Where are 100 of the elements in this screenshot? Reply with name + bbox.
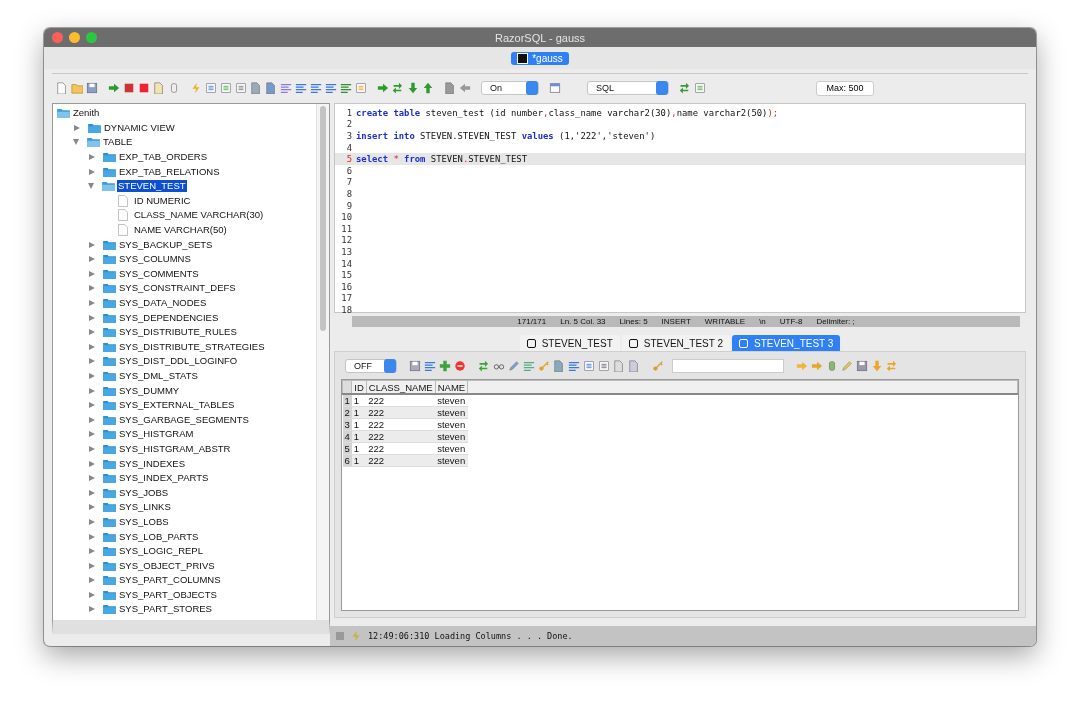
open-folder-icon[interactable] — [71, 82, 83, 94]
result-tab[interactable]: STEVEN_TEST — [519, 335, 620, 351]
arrow-down-icon[interactable] — [407, 82, 419, 94]
tree-item[interactable]: Zenith — [72, 107, 101, 120]
scrollbar[interactable] — [316, 104, 329, 620]
tree-item[interactable]: SYS_PART_STORES — [118, 603, 213, 616]
tree-item[interactable]: SYS_EXTERNAL_TABLES — [118, 399, 236, 412]
tree-item[interactable]: SYS_LOB_PARTS — [118, 530, 200, 543]
document-icon[interactable] — [265, 82, 277, 94]
tree-item[interactable]: SYS_GARBAGE_SEGMENTS — [118, 413, 250, 426]
collapsed-arrow-icon[interactable] — [89, 489, 95, 496]
key-icon[interactable] — [652, 360, 664, 372]
tree-item[interactable]: SYS_HISTGRAM — [118, 428, 195, 441]
collapsed-arrow-icon[interactable] — [89, 445, 95, 452]
tree-item[interactable]: SYS_LOGIC_REPL — [118, 545, 204, 558]
tree-item[interactable]: SYS_DEPENDENCIES — [118, 311, 220, 324]
collapsed-arrow-icon[interactable] — [89, 300, 95, 306]
tree-item[interactable]: SYS_INDEX_PARTS — [118, 472, 210, 485]
close-connection-icon[interactable] — [138, 82, 150, 94]
list-icon[interactable] — [280, 82, 292, 94]
autocommit-select[interactable]: OFF — [345, 359, 397, 373]
tree-item[interactable]: EXP_TAB_RELATIONS — [118, 165, 221, 178]
column-header[interactable]: NAME — [435, 380, 468, 394]
arrow-left-icon[interactable] — [459, 82, 471, 94]
collapsed-arrow-icon[interactable] — [89, 504, 95, 511]
tree-item[interactable]: SYS_OBJECT_PRIVS — [118, 559, 216, 572]
tree-item[interactable]: SYS_PART_OBJECTS — [118, 588, 218, 601]
tree-item[interactable]: SYS_PART_COLUMNS — [118, 574, 222, 587]
list-icon[interactable] — [220, 82, 232, 94]
tree-item[interactable]: SYS_DIST_DDL_LOGINFO — [118, 355, 239, 368]
document-icon[interactable] — [553, 360, 565, 372]
collapsed-arrow-icon[interactable] — [89, 373, 95, 379]
collapsed-arrow-icon[interactable] — [89, 475, 95, 482]
list-icon[interactable] — [568, 360, 580, 372]
tree-item[interactable]: TABLE — [102, 136, 134, 149]
tree-item[interactable]: SYS_COLUMNS — [118, 253, 192, 266]
list-icon[interactable] — [694, 82, 706, 94]
tree-item[interactable]: SYS_DISTRIBUTE_STRATEGIES — [118, 340, 266, 353]
tree-item[interactable]: CLASS_NAME VARCHAR(30) — [133, 209, 265, 222]
disconnect-icon[interactable] — [123, 82, 135, 94]
tree-item[interactable]: STEVEN_TEST — [117, 180, 187, 193]
calendar-icon[interactable] — [549, 82, 561, 94]
max-rows-button[interactable]: Max: 500 — [816, 80, 874, 96]
document-icon[interactable] — [250, 82, 262, 94]
collapsed-arrow-icon[interactable] — [89, 256, 95, 263]
add-icon[interactable] — [439, 360, 451, 372]
list-icon[interactable] — [523, 360, 535, 372]
tree-item[interactable]: SYS_LINKS — [118, 501, 172, 514]
collapsed-arrow-icon[interactable] — [89, 577, 95, 584]
tree-item[interactable]: SYS_LOBS — [118, 515, 170, 528]
language-select[interactable]: SQL — [587, 81, 669, 95]
list-icon[interactable] — [340, 82, 352, 94]
collapsed-arrow-icon[interactable] — [89, 358, 95, 365]
collapsed-arrow-icon[interactable] — [89, 548, 95, 555]
collapsed-arrow-icon[interactable] — [89, 241, 95, 248]
new-file-icon[interactable] — [56, 82, 68, 94]
list-icon[interactable] — [235, 82, 247, 94]
collapsed-arrow-icon[interactable] — [89, 168, 95, 175]
list-icon[interactable] — [583, 360, 595, 372]
list-icon[interactable] — [295, 82, 307, 94]
tree-item[interactable]: NAME VARCHAR(50) — [133, 224, 228, 237]
zoom-icon[interactable] — [86, 32, 97, 43]
expanded-arrow-icon[interactable] — [88, 183, 94, 190]
list-icon[interactable] — [325, 82, 337, 94]
collapsed-arrow-icon[interactable] — [89, 329, 95, 336]
autocommit-select[interactable]: On — [481, 81, 539, 95]
collapsed-arrow-icon[interactable] — [89, 416, 95, 423]
collapsed-arrow-icon[interactable] — [89, 533, 95, 540]
tree-item[interactable]: SYS_DATA_NODES — [118, 297, 208, 309]
collapsed-arrow-icon[interactable] — [89, 402, 95, 409]
collapsed-arrow-icon[interactable] — [89, 285, 95, 292]
arrow-up-icon[interactable] — [422, 82, 434, 94]
collapsed-arrow-icon[interactable] — [89, 460, 95, 467]
collapsed-arrow-icon[interactable] — [89, 606, 95, 613]
tree-item[interactable]: SYS_JOBS — [118, 486, 170, 499]
collapsed-arrow-icon[interactable] — [89, 343, 95, 350]
database-icon[interactable] — [168, 82, 180, 94]
arrow-right-icon[interactable] — [377, 82, 389, 94]
tree-item[interactable]: SYS_DML_STATS — [118, 370, 199, 382]
save-icon[interactable] — [856, 360, 868, 372]
tree-item[interactable]: DYNAMIC VIEW — [103, 121, 176, 134]
minimize-icon[interactable] — [69, 32, 80, 43]
document-tab[interactable]: *gauss — [511, 51, 569, 65]
list-icon[interactable] — [424, 360, 436, 372]
tree-item[interactable]: SYS_HISTGRAM_ABSTR — [118, 442, 232, 455]
list-icon[interactable] — [205, 82, 217, 94]
result-tab[interactable]: STEVEN_TEST 2 — [621, 335, 731, 351]
tree-item[interactable]: SYS_BACKUP_SETS — [118, 238, 214, 251]
collapsed-arrow-icon[interactable] — [89, 270, 95, 277]
document-icon[interactable] — [444, 82, 456, 94]
refresh-icon[interactable] — [478, 360, 490, 372]
tree-item[interactable]: SYS_DUMMY — [118, 384, 181, 397]
remove-icon[interactable] — [454, 360, 466, 372]
arrow-right-icon[interactable] — [811, 360, 823, 372]
database-icon[interactable] — [826, 360, 838, 372]
list-icon[interactable] — [598, 360, 610, 372]
tree-item[interactable]: SYS_INDEXES — [118, 457, 186, 470]
swap-icon[interactable] — [392, 82, 404, 94]
tree-item[interactable]: SYS_DISTRIBUTE_RULES — [118, 326, 238, 339]
collapsed-arrow-icon[interactable] — [89, 431, 95, 438]
